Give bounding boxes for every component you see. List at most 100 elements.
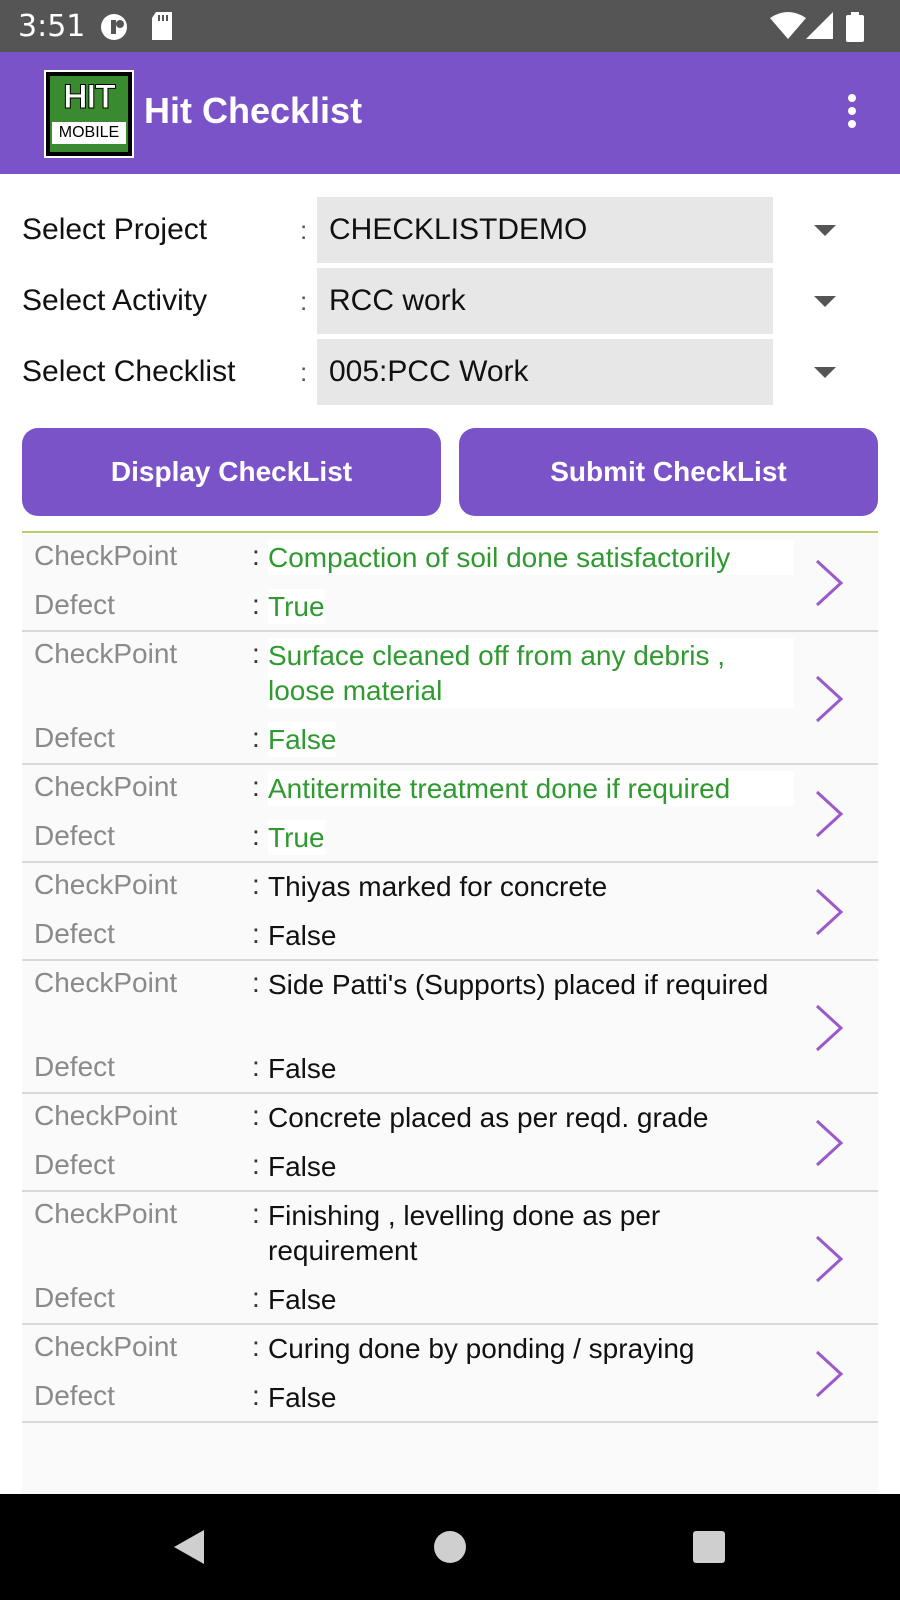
logo-hit-text: HIT: [63, 78, 117, 117]
chevron-right-icon[interactable]: [814, 1349, 844, 1399]
checkpoint-colon: :: [252, 967, 260, 998]
chevron-right-icon[interactable]: [814, 1003, 844, 1053]
defect-label: Defect: [34, 589, 115, 620]
wifi-icon: [770, 12, 806, 39]
checklist-item[interactable]: CheckPoint: Finishing , levelling done as…: [22, 1192, 878, 1325]
defect-label: Defect: [34, 820, 115, 851]
project-label: Select Project: [22, 213, 208, 246]
chevron-right-icon[interactable]: [814, 558, 844, 608]
project-select[interactable]: CHECKLISTDEMO: [317, 197, 773, 263]
checkpoint-colon: :: [252, 1100, 260, 1131]
activity-row: Select Activity : RCC work: [0, 268, 900, 334]
logo-mobile-text: MOBILE: [52, 122, 126, 144]
defect-colon: :: [252, 722, 260, 753]
checkpoint-label: CheckPoint: [34, 869, 178, 900]
checkpoint-colon: :: [252, 869, 260, 900]
checkpoint-colon: :: [252, 540, 260, 571]
activity-colon: :: [300, 286, 308, 316]
defect-value: False: [268, 1151, 337, 1182]
checklist-item[interactable]: CheckPoint: Surface cleaned off from any …: [22, 632, 878, 765]
status-time: 3:51: [18, 9, 86, 44]
sd-card-icon: [152, 12, 172, 40]
checkpoint-colon: :: [252, 771, 260, 802]
defect-colon: :: [252, 918, 260, 949]
app-bar: HIT MOBILE Hit Checklist: [0, 52, 900, 174]
activity-select[interactable]: RCC work: [317, 268, 773, 334]
checkpoint-colon: :: [252, 638, 260, 669]
checklist-select[interactable]: 005:PCC Work: [317, 339, 773, 405]
checklist-row: Select Checklist : 005:PCC Work: [0, 339, 900, 405]
checkpoint-value: Thiyas marked for concrete: [268, 871, 608, 902]
checkpoint-value: Finishing , levelling done as per requir…: [268, 1200, 661, 1266]
defect-colon: :: [252, 1380, 260, 1411]
checklist-colon: :: [300, 357, 308, 387]
checkpoint-value: Compaction of soil done satisfactorily: [268, 540, 794, 575]
checklist-item[interactable]: CheckPoint: Curing done by ponding / spra…: [22, 1325, 878, 1423]
vpn-key-icon: [101, 14, 127, 40]
defect-label: Defect: [34, 1149, 115, 1180]
checkpoint-label: CheckPoint: [34, 1331, 178, 1362]
checklist-item[interactable]: CheckPoint: Side Patti's (Supports) place…: [22, 961, 878, 1094]
display-checklist-button[interactable]: Display CheckList: [22, 428, 441, 516]
nav-back-icon[interactable]: [170, 1528, 206, 1566]
chevron-right-icon[interactable]: [814, 789, 844, 839]
checkpoint-value: Antitermite treatment done if required: [268, 771, 794, 806]
app-logo: HIT MOBILE: [44, 70, 134, 158]
app-title: Hit Checklist: [144, 90, 363, 131]
checklist-item[interactable]: CheckPoint: Antitermite treatment done if…: [22, 765, 878, 863]
defect-colon: :: [252, 1051, 260, 1082]
project-row: Select Project : CHECKLISTDEMO: [0, 197, 900, 263]
checkpoint-colon: :: [252, 1331, 260, 1362]
checkpoint-label: CheckPoint: [34, 967, 178, 998]
defect-colon: :: [252, 820, 260, 851]
overflow-menu-icon[interactable]: [832, 94, 872, 134]
defect-label: Defect: [34, 722, 115, 753]
dropdown-arrow-icon[interactable]: [814, 296, 836, 307]
checklist-list[interactable]: CheckPoint: Compaction of soil done satis…: [22, 534, 878, 1494]
defect-value: False: [268, 722, 337, 757]
checkpoint-label: CheckPoint: [34, 1198, 178, 1229]
defect-colon: :: [252, 1149, 260, 1180]
checklist-item[interactable]: CheckPoint: Compaction of soil done satis…: [22, 534, 878, 632]
defect-value: False: [268, 1382, 337, 1413]
defect-value: False: [268, 1284, 337, 1315]
activity-label: Select Activity: [22, 284, 208, 317]
checkpoint-label: CheckPoint: [34, 540, 178, 571]
checkpoint-value: Surface cleaned off from any debris , lo…: [268, 638, 794, 708]
defect-label: Defect: [34, 1282, 115, 1313]
defect-value: False: [268, 920, 337, 951]
chevron-right-icon[interactable]: [814, 674, 844, 724]
checkpoint-value: Side Patti's (Supports) placed if requir…: [268, 969, 769, 1000]
checkpoint-label: CheckPoint: [34, 1100, 178, 1131]
dropdown-arrow-icon[interactable]: [814, 225, 836, 236]
defect-label: Defect: [34, 918, 115, 949]
checkpoint-label: CheckPoint: [34, 638, 178, 669]
divider: [22, 531, 878, 533]
checklist-item[interactable]: CheckPoint: Thiyas marked for concrete Def…: [22, 863, 878, 961]
battery-icon: [846, 12, 864, 42]
project-colon: :: [300, 215, 308, 245]
defect-value: True: [268, 589, 325, 624]
nav-home-icon[interactable]: [433, 1530, 467, 1564]
checkpoint-value: Concrete placed as per reqd. grade: [268, 1102, 709, 1133]
chevron-right-icon[interactable]: [814, 1234, 844, 1284]
checklist-item[interactable]: CheckPoint: Concrete placed as per reqd. …: [22, 1094, 878, 1192]
chevron-right-icon[interactable]: [814, 887, 844, 937]
defect-value: False: [268, 1053, 337, 1084]
defect-label: Defect: [34, 1380, 115, 1411]
defect-colon: :: [252, 1282, 260, 1313]
nav-recents-icon[interactable]: [693, 1531, 725, 1563]
defect-label: Defect: [34, 1051, 115, 1082]
dropdown-arrow-icon[interactable]: [814, 367, 836, 378]
checklist-label: Select Checklist: [22, 355, 236, 388]
chevron-right-icon[interactable]: [814, 1118, 844, 1168]
defect-colon: :: [252, 589, 260, 620]
checkpoint-label: CheckPoint: [34, 771, 178, 802]
signal-icon: [806, 12, 833, 39]
status-bar: 3:51: [0, 0, 900, 52]
checkpoint-colon: :: [252, 1198, 260, 1229]
defect-value: True: [268, 820, 325, 855]
submit-checklist-button[interactable]: Submit CheckList: [459, 428, 878, 516]
system-nav-bar: [0, 1494, 900, 1600]
checkpoint-value: Curing done by ponding / spraying: [268, 1333, 695, 1364]
